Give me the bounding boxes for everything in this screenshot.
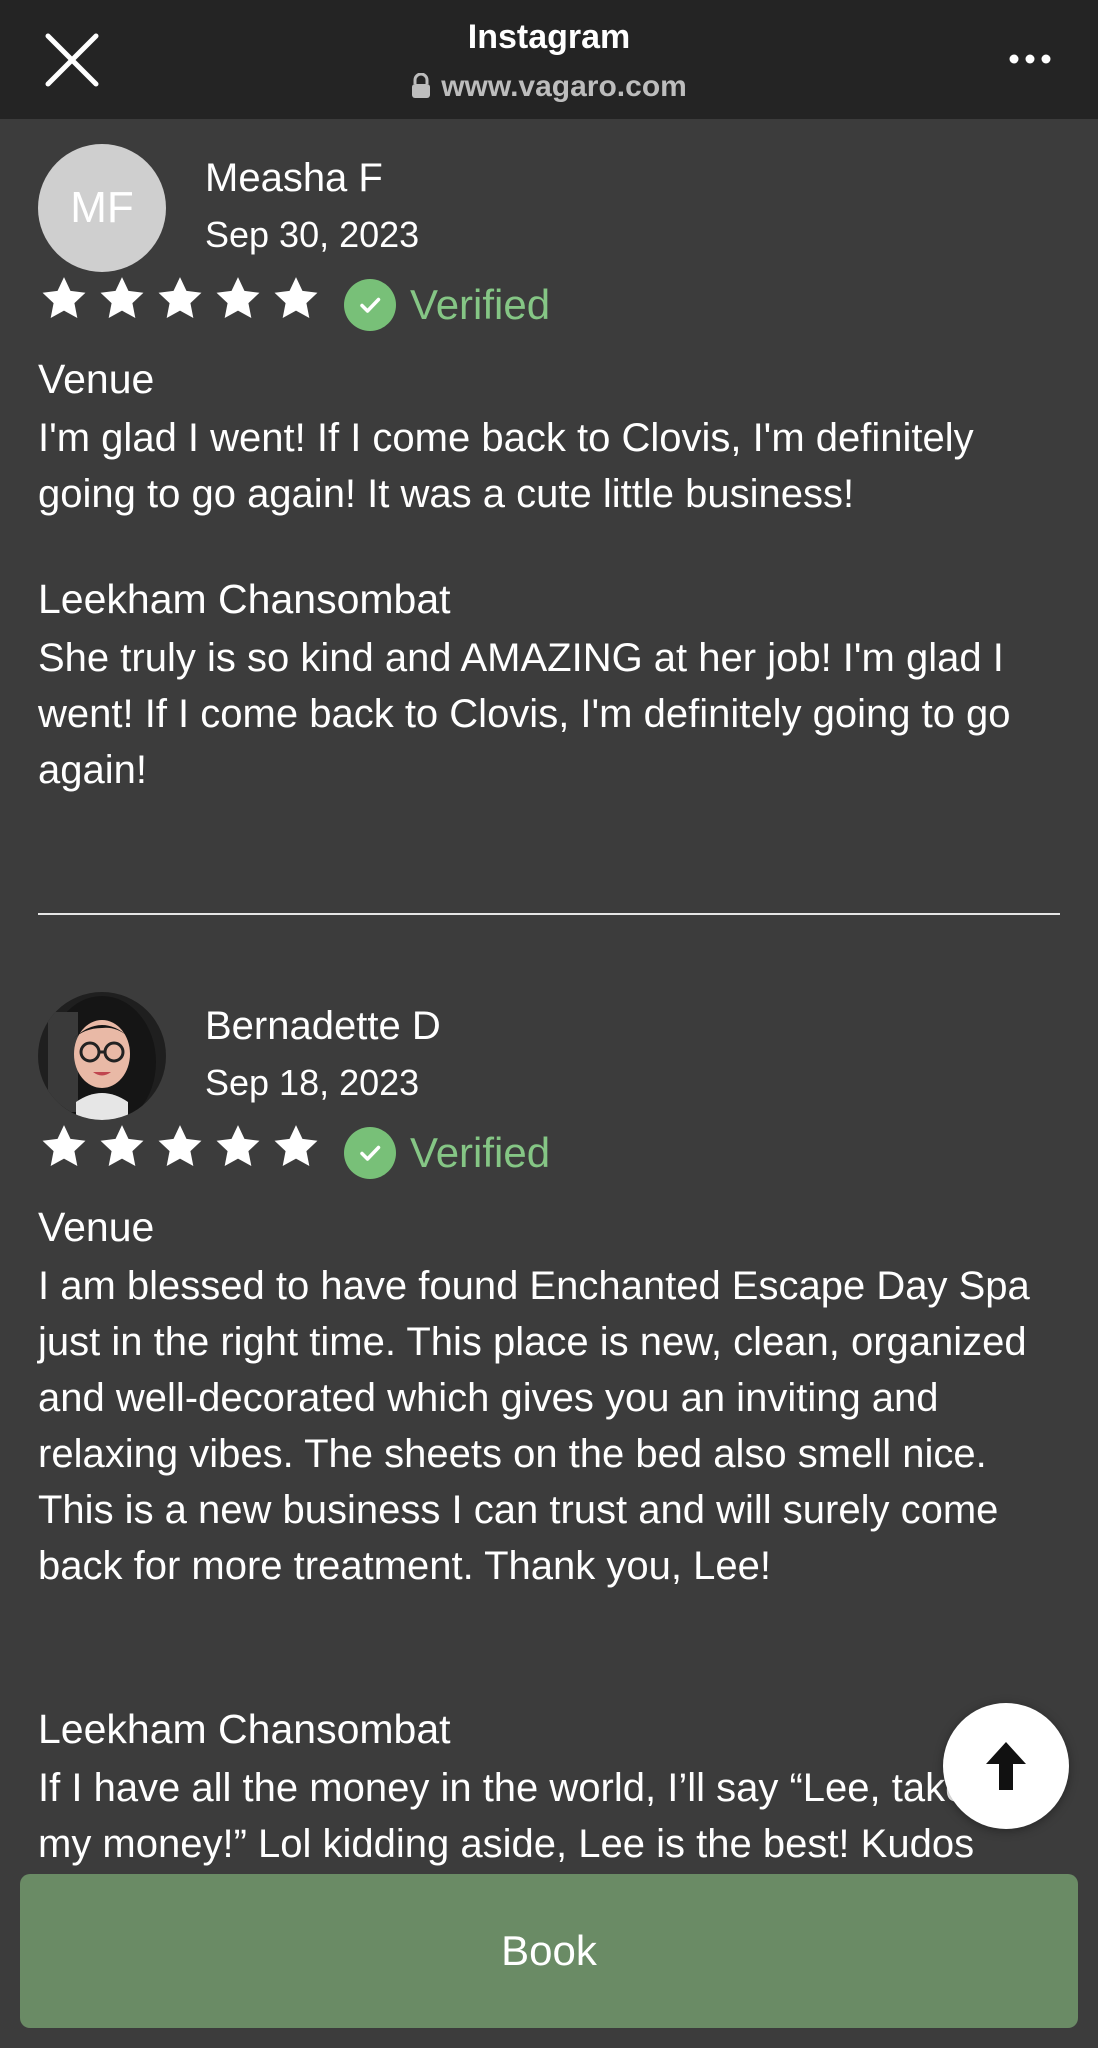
review-date: Sep 30, 2023 [205,214,420,255]
star-icon [216,277,260,318]
browser-topbar: Instagram www.vagaro.com [0,0,1098,119]
star-icon [158,1125,202,1166]
avatar [38,992,166,1120]
avatar: MF [38,144,166,272]
review-section-title: Leekham Chansombat [38,576,451,622]
url-text: www.vagaro.com [441,70,687,103]
verified-badge: Verified [344,1127,550,1179]
check-icon [344,1127,396,1179]
verified-label: Verified [410,281,551,328]
browser-title: Instagram [467,18,631,56]
review-date: Sep 18, 2023 [205,1062,420,1103]
star-icon [274,1125,318,1166]
verified-badge: Verified [344,279,550,331]
star-icon [100,1125,144,1166]
book-button[interactable]: Book [20,1874,1078,2028]
reviewer-name: Measha F [205,156,383,200]
lock-icon [412,72,431,98]
more-icon [1009,54,1051,64]
review-section-body: I'm glad I went! If I come back to Clovi… [38,416,974,516]
reviewer-name: Bernadette D [205,1004,441,1048]
review-section-body: She truly is so kind and AMAZING at her … [38,636,1011,792]
star-icon [100,277,144,318]
review-divider [38,913,1060,915]
verified-label: Verified [410,1129,551,1176]
star-icon [42,1125,86,1166]
scroll-to-top-button[interactable] [943,1703,1069,1829]
star-rating [38,1122,322,1172]
review-section-body: If I have all the money in the world, I’… [38,1766,1019,1866]
more-options-button[interactable] [1006,48,1054,70]
browser-url[interactable]: www.vagaro.com [0,70,1098,104]
star-icon [274,277,318,318]
star-icon [42,277,86,318]
review-section-title: Leekham Chansombat [38,1706,451,1752]
arrow-up-icon [986,1742,1026,1790]
review-section-title: Venue [38,1204,155,1250]
check-icon [344,279,396,331]
star-rating [38,274,322,324]
star-icon [158,277,202,318]
star-icon [216,1125,260,1166]
review-section-body: I am blessed to have found Enchanted Esc… [38,1264,1030,1588]
review-section-title: Venue [38,356,155,402]
